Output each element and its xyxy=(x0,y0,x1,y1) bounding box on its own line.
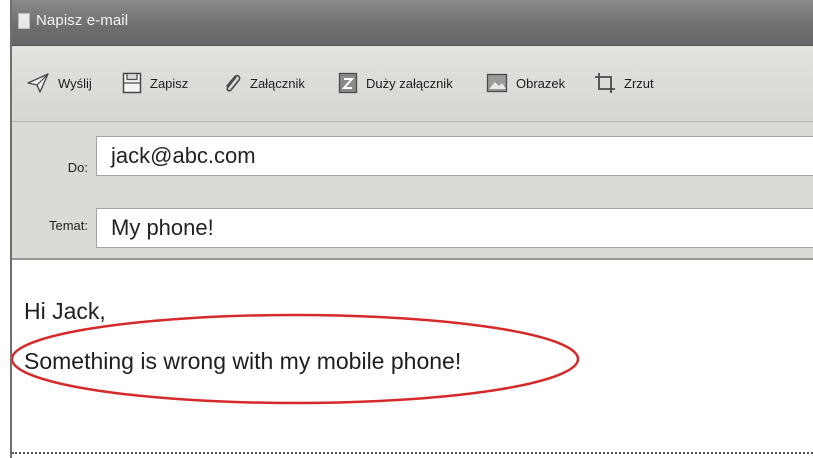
compose-email-window: Napisz e-mail Wyślij Zapisz Załącznik Du… xyxy=(10,0,813,458)
message-body[interactable]: Hi Jack, Something is wrong with my mobi… xyxy=(12,260,813,458)
save-label: Zapisz xyxy=(150,75,189,91)
document-icon xyxy=(18,13,30,29)
window-title: Napisz e-mail xyxy=(36,12,129,29)
large-attachment-label: Duży załącznik xyxy=(366,75,453,91)
title-bar: Napisz e-mail xyxy=(12,0,813,46)
attachment-button[interactable]: Załącznik xyxy=(222,70,305,96)
toolbar: Wyślij Zapisz Załącznik Duży załącznik O… xyxy=(12,46,813,122)
message-headers: Do: jack@abc.com Temat: My phone! xyxy=(12,122,813,260)
crop-icon xyxy=(594,72,616,94)
dotted-divider xyxy=(12,452,813,454)
large-attachment-button[interactable]: Duży załącznik xyxy=(338,70,453,96)
send-button[interactable]: Wyślij xyxy=(26,70,92,96)
screenshot-button[interactable]: Zrzut xyxy=(594,70,654,96)
picture-icon xyxy=(486,73,508,93)
to-field[interactable]: jack@abc.com xyxy=(96,136,813,176)
paper-plane-icon xyxy=(26,72,50,94)
image-button[interactable]: Obrazek xyxy=(486,70,565,96)
red-ellipse-annotation xyxy=(12,313,580,405)
subject-label: Temat: xyxy=(48,218,88,233)
subject-field[interactable]: My phone! xyxy=(96,208,813,248)
floppy-disk-icon xyxy=(122,72,142,94)
image-label: Obrazek xyxy=(516,75,566,91)
save-button[interactable]: Zapisz xyxy=(122,70,188,96)
paperclip-icon xyxy=(222,71,242,95)
attachment-label: Załącznik xyxy=(250,75,305,91)
zip-file-icon xyxy=(338,72,358,94)
send-label: Wyślij xyxy=(58,75,92,91)
to-label: Do: xyxy=(67,160,88,175)
screenshot-label: Zrzut xyxy=(624,75,654,91)
